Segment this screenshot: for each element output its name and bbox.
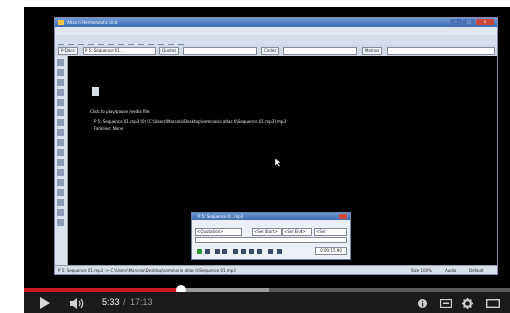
pdocs-button[interactable]: P-Docs — [58, 47, 78, 55]
families-line: Families: None — [94, 126, 124, 131]
tool-icon[interactable] — [57, 219, 64, 226]
status-bar: P 5: Sequence 01.mp3 -> C:\Users\Marcelo… — [55, 265, 497, 274]
app-icon — [58, 20, 64, 25]
sel-end-field[interactable]: <Sel End> — [282, 228, 312, 236]
color-icon[interactable] — [57, 159, 64, 166]
link-icon[interactable] — [57, 109, 64, 116]
play-icon[interactable] — [39, 297, 51, 309]
codes-select[interactable] — [283, 47, 357, 55]
print-icon[interactable] — [57, 199, 64, 206]
file-line: P 5: Sequence 01.mp3 (0) [C:\Users\Marce… — [94, 119, 287, 124]
app-titlebar: Atlas.ti Hermeneutic Unit – □ x — [55, 18, 497, 27]
code-tool-icon[interactable] — [57, 89, 64, 96]
zoom-icon[interactable] — [57, 59, 64, 66]
media-mark-start-icon[interactable] — [268, 249, 273, 254]
media-end-icon[interactable] — [257, 249, 262, 254]
media-window: P 5: Sequence 0...mp3 <Quotation> <Sel S… — [191, 212, 351, 260]
minimize-button[interactable]: – — [450, 19, 462, 25]
quotes-select[interactable] — [183, 47, 257, 55]
codes-button[interactable]: Codes — [261, 47, 280, 55]
total-time: 17:13 — [130, 297, 153, 307]
info-icon[interactable] — [418, 299, 427, 308]
list-icon[interactable] — [57, 119, 64, 126]
media-close-button[interactable] — [339, 214, 347, 219]
memos-select[interactable] — [387, 47, 495, 55]
font-icon[interactable] — [57, 189, 64, 196]
media-seek-bar[interactable] — [195, 237, 347, 243]
search-icon[interactable] — [57, 179, 64, 186]
memo-tool-icon[interactable] — [57, 99, 64, 106]
media-icon[interactable] — [57, 149, 64, 156]
pdocs-select[interactable]: P 5: Sequence 01... — [83, 47, 156, 55]
media-play-icon[interactable] — [197, 249, 202, 254]
captions-icon[interactable] — [440, 299, 452, 308]
media-title: P 5: Sequence 0...mp3 — [198, 214, 244, 219]
note-icon[interactable] — [57, 129, 64, 136]
toolbar-main — [55, 35, 497, 50]
maximize-button[interactable]: □ — [463, 19, 475, 25]
mouse-cursor-icon — [275, 158, 282, 168]
media-forward-icon[interactable] — [249, 249, 254, 254]
media-mark-end-icon[interactable] — [277, 249, 282, 254]
image-icon[interactable] — [57, 139, 64, 146]
status-size: Size 100% — [411, 268, 432, 273]
close-button[interactable]: x — [476, 19, 494, 25]
media-rewind-icon[interactable] — [241, 249, 246, 254]
status-audio: Audio — [445, 268, 457, 273]
media-start-icon[interactable] — [233, 249, 238, 254]
media-file-icon[interactable] — [92, 87, 99, 96]
sel-field[interactable]: <Sel — [314, 228, 347, 236]
media-titlebar: P 5: Sequence 0...mp3 — [192, 213, 350, 220]
media-repeat-icon[interactable] — [222, 249, 227, 254]
memos-button[interactable]: Memos — [362, 47, 383, 55]
status-default: Default — [469, 268, 484, 273]
quotes-button[interactable]: Quotes — [159, 47, 180, 55]
fullscreen-icon[interactable] — [486, 299, 500, 308]
volume-icon[interactable] — [70, 298, 86, 309]
control-bar — [24, 292, 510, 313]
current-time: 5:33 — [102, 297, 120, 307]
quotation-field[interactable]: <Quotation> — [195, 228, 242, 236]
media-loop-icon[interactable] — [215, 249, 220, 254]
time-separator: / — [123, 297, 126, 307]
select-icon[interactable] — [57, 69, 64, 76]
play-hint: Click to play/pause media file: — [90, 109, 151, 114]
menubar: FileEditDocumentsQuotationsCodesMemosNet… — [55, 27, 497, 43]
vertical-toolbar — [55, 56, 68, 265]
sel-start-field[interactable]: <Sel Start> — [252, 228, 282, 236]
help-icon[interactable] — [57, 209, 64, 216]
app-title: Atlas.ti Hermeneutic Unit — [67, 20, 118, 25]
text-icon[interactable] — [57, 79, 64, 86]
media-stop-icon[interactable] — [205, 249, 210, 254]
margin-icon[interactable] — [57, 169, 64, 176]
settings-icon[interactable] — [462, 298, 473, 309]
media-time: 0:00:15.90 — [315, 247, 347, 255]
status-path: P 5: Sequence 01.mp3 -> C:\Users\Marcelo… — [58, 268, 236, 273]
